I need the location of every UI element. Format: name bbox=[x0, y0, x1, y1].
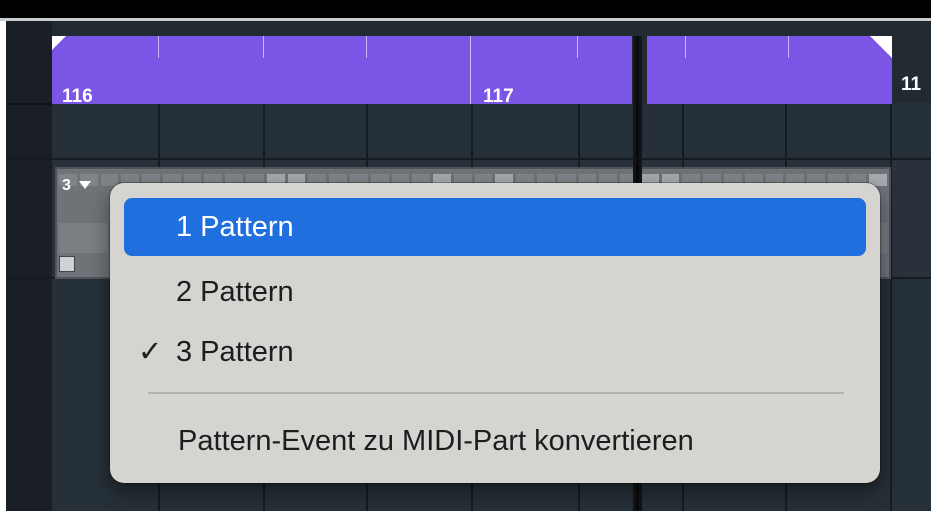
bar-number-116: 116 bbox=[62, 86, 93, 107]
triangle-down-icon[interactable] bbox=[79, 181, 91, 189]
event-resize-handle[interactable] bbox=[59, 256, 75, 272]
menu-item-label: 2 Pattern bbox=[176, 276, 294, 308]
menu-item-label: 3 Pattern bbox=[176, 336, 294, 368]
grid-line bbox=[890, 103, 892, 511]
menu-item-label: Pattern-Event zu MIDI-Part konvertieren bbox=[178, 425, 694, 457]
window-top-edge bbox=[0, 0, 931, 18]
menu-item-label: 1 Pattern bbox=[176, 211, 294, 243]
track-divider bbox=[6, 158, 931, 160]
track-header-strip bbox=[6, 21, 52, 511]
marker-track-row[interactable] bbox=[52, 103, 931, 158]
pattern-context-menu: 1 Pattern 2 Pattern ✓ 3 Pattern Pattern-… bbox=[110, 183, 880, 483]
timeline-ruler-right[interactable] bbox=[647, 36, 892, 104]
bar-number-118-partial: 11 bbox=[901, 74, 922, 95]
menu-item-1-pattern[interactable]: 1 Pattern bbox=[124, 198, 866, 256]
pattern-number-label[interactable]: 3 bbox=[62, 177, 71, 195]
checkmark-icon: ✓ bbox=[138, 336, 163, 368]
menu-separator bbox=[148, 392, 844, 394]
bar-number-117: 117 bbox=[483, 86, 514, 107]
menu-item-2-pattern[interactable]: 2 Pattern bbox=[124, 263, 866, 321]
menu-item-convert-to-midi-part[interactable]: Pattern-Event zu MIDI-Part konvertieren bbox=[124, 412, 866, 470]
timeline-ruler[interactable]: 116 117 bbox=[52, 36, 632, 107]
menu-item-3-pattern[interactable]: ✓ 3 Pattern bbox=[124, 323, 866, 381]
